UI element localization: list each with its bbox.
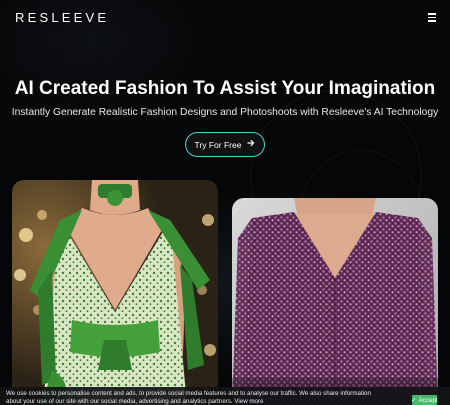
try-for-free-button[interactable]: Try For Free — [185, 132, 265, 157]
site-header: RESLEEVE — [0, 0, 450, 36]
logo[interactable]: RESLEEVE — [15, 10, 109, 25]
hamburger-menu-icon[interactable] — [426, 11, 438, 23]
gallery-image-sequin-blouse — [232, 198, 438, 405]
gallery-image-green-dress — [12, 180, 218, 405]
hero-subtitle: Instantly Generate Realistic Fashion Des… — [11, 107, 439, 118]
accept-cookies-button[interactable]: ✓ Accept — [411, 395, 438, 405]
cookie-banner: We use cookies to personalise content an… — [0, 387, 450, 405]
accept-label: Accept — [418, 396, 438, 404]
cta-label: Try For Free — [194, 139, 242, 150]
arrow-right-icon — [247, 139, 255, 150]
cookie-banner-text: We use cookies to personalise content an… — [6, 390, 371, 405]
hero-title: AI Created Fashion To Assist Your Imagin… — [14, 78, 436, 99]
check-icon: ✓ — [411, 396, 417, 404]
